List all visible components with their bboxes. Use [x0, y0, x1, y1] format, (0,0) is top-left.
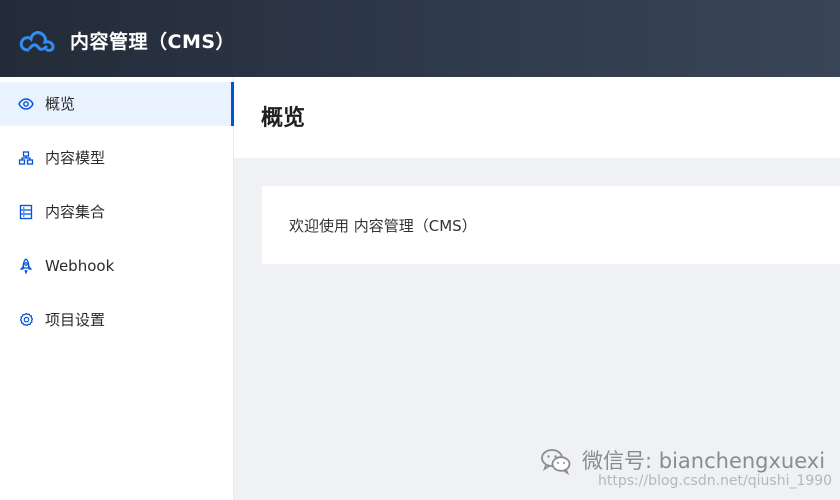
wechat-watermark-text: 微信号: bianchengxuexi [582, 449, 826, 473]
model-tree-icon [18, 151, 34, 165]
main-content: 概览 欢迎使用 内容管理（CMS） [234, 77, 840, 500]
sidebar-item-content-model[interactable]: 内容模型 [0, 136, 234, 180]
page-title: 概览 [261, 106, 306, 131]
sidebar-item-label: Webhook [45, 257, 115, 275]
sidebar-item-webhook[interactable]: Webhook [0, 244, 234, 288]
url-watermark: https://blog.csdn.net/qiushi_1990 [598, 473, 833, 489]
sidebar-item-content-collection[interactable]: 内容集合 [0, 190, 234, 234]
welcome-card: 欢迎使用 内容管理（CMS） [262, 186, 840, 264]
sidebar-item-overview[interactable]: 概览 [0, 82, 234, 126]
cloud-logo-icon[interactable] [18, 26, 56, 56]
rocket-icon [19, 258, 33, 274]
gear-icon [19, 312, 34, 327]
top-header: 内容管理（CMS） [0, 0, 840, 77]
sidebar-item-label: 内容集合 [45, 203, 106, 221]
collection-icon [19, 204, 33, 220]
sidebar-item-label: 项目设置 [45, 311, 106, 329]
app-title: 内容管理（CMS） [70, 31, 236, 53]
wechat-icon [541, 449, 571, 475]
welcome-text: 欢迎使用 内容管理（CMS） [289, 217, 477, 235]
eye-icon [18, 98, 34, 110]
sidebar-item-label: 内容模型 [45, 149, 106, 167]
page-header: 概览 [234, 77, 840, 158]
sidebar: 概览 内容模型 内容集合 Webhook 项目设置 [0, 77, 234, 500]
sidebar-item-label: 概览 [45, 95, 76, 113]
sidebar-item-project-settings[interactable]: 项目设置 [0, 298, 234, 342]
